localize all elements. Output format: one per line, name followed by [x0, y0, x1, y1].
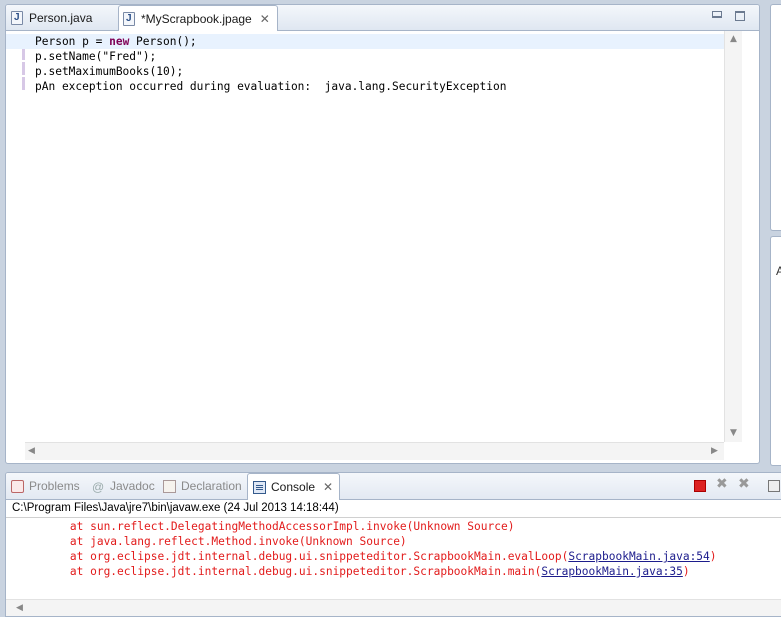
- tab-label: Problems: [29, 479, 80, 493]
- stack-text: at sun.reflect.DelegatingMethodAccessorI…: [69, 520, 515, 533]
- change-marker: [22, 77, 25, 90]
- code-line: pAn exception occurred during evaluation…: [35, 80, 507, 93]
- console-panel: Problems @ Javadoc Declaration Console ✕…: [5, 472, 781, 617]
- tab-problems[interactable]: Problems: [11, 473, 80, 499]
- tab-myscrapbook-jpage[interactable]: *MyScrapbook.jpage ✕: [118, 5, 278, 31]
- stack-trace-line: at java.lang.reflect.Method.invoke(Unkno…: [16, 534, 407, 549]
- stack-text: ): [682, 565, 690, 578]
- launch-info: C:\Program Files\Java\jre7\bin\javaw.exe…: [12, 502, 339, 514]
- problems-icon: [11, 479, 24, 493]
- code-line: p.setMaximumBooks(10);: [35, 65, 184, 78]
- horizontal-scrollbar[interactable]: ◀: [6, 599, 781, 616]
- source-link[interactable]: ScrapbookMain.java:54: [568, 550, 709, 563]
- code-text: Person p =: [35, 35, 110, 48]
- change-marker: [22, 62, 25, 75]
- stack-trace-line: at org.eclipse.jdt.internal.debug.ui.sni…: [16, 549, 717, 564]
- terminate-icon[interactable]: [694, 480, 706, 492]
- code-line: p.setName("Fred");: [35, 50, 157, 63]
- stack-text: at org.eclipse.jdt.internal.debug.ui.sni…: [69, 550, 569, 563]
- editor-tab-bar: Person.java *MyScrapbook.jpage ✕: [6, 5, 759, 31]
- java-file-icon: [11, 10, 23, 25]
- tab-person-java[interactable]: Person.java: [7, 5, 117, 30]
- vertical-scrollbar[interactable]: ▲ ▼: [724, 31, 742, 442]
- javadoc-at-icon: @: [92, 479, 105, 494]
- tab-console[interactable]: Console ✕: [247, 473, 341, 500]
- maximize-icon[interactable]: [735, 11, 745, 21]
- code-line: Person p = new Person();: [6, 34, 724, 49]
- stack-text: at java.lang.reflect.Method.invoke(Unkno…: [69, 535, 407, 548]
- scroll-right-icon[interactable]: ▶: [711, 446, 718, 456]
- close-tab-icon[interactable]: ✕: [260, 12, 270, 26]
- stack-text: ): [709, 550, 717, 563]
- scroll-left-icon[interactable]: ◀: [16, 603, 23, 613]
- stack-trace-line: at org.eclipse.jdt.internal.debug.ui.sni…: [16, 564, 690, 579]
- code-editor[interactable]: Person p = new Person(); p.setName("Fred…: [6, 31, 724, 442]
- stack-trace-line: at sun.reflect.DelegatingMethodAccessorI…: [16, 519, 515, 534]
- side-view-text: A: [776, 264, 781, 278]
- tab-label: Declaration: [181, 479, 242, 493]
- stack-text: at org.eclipse.jdt.internal.debug.ui.sni…: [69, 565, 542, 578]
- code-text: Person();: [129, 35, 197, 48]
- console-menu-icon[interactable]: [768, 480, 780, 492]
- declaration-icon: [163, 479, 176, 493]
- code-keyword: new: [109, 35, 130, 48]
- console-icon: [253, 480, 266, 494]
- scroll-down-icon[interactable]: ▼: [730, 428, 737, 438]
- view-tab-bar: Problems @ Javadoc Declaration Console ✕…: [6, 473, 781, 500]
- tab-label: Person.java: [29, 10, 93, 25]
- scroll-left-icon[interactable]: ◀: [28, 446, 35, 456]
- scroll-up-icon[interactable]: ▲: [730, 34, 737, 44]
- remove-launch-icon[interactable]: ✖: [716, 476, 728, 492]
- divider: [6, 517, 781, 518]
- editor-panel: Person.java *MyScrapbook.jpage ✕ Person …: [5, 4, 760, 464]
- tab-label: *MyScrapbook.jpage: [141, 11, 252, 26]
- tab-declaration[interactable]: Declaration: [163, 473, 242, 499]
- tab-label: Javadoc: [110, 479, 155, 493]
- horizontal-scrollbar[interactable]: ◀ ▶: [25, 442, 724, 460]
- source-link[interactable]: ScrapbookMain.java:35: [541, 565, 682, 578]
- side-view-panel: [770, 4, 781, 231]
- close-tab-icon[interactable]: ✕: [323, 480, 333, 494]
- tab-label: Console: [271, 480, 316, 494]
- scrapbook-file-icon: [123, 11, 135, 26]
- tab-javadoc[interactable]: @ Javadoc: [92, 473, 155, 499]
- remove-all-terminated-icon[interactable]: ✖: [738, 476, 750, 492]
- minimize-icon[interactable]: [712, 11, 722, 18]
